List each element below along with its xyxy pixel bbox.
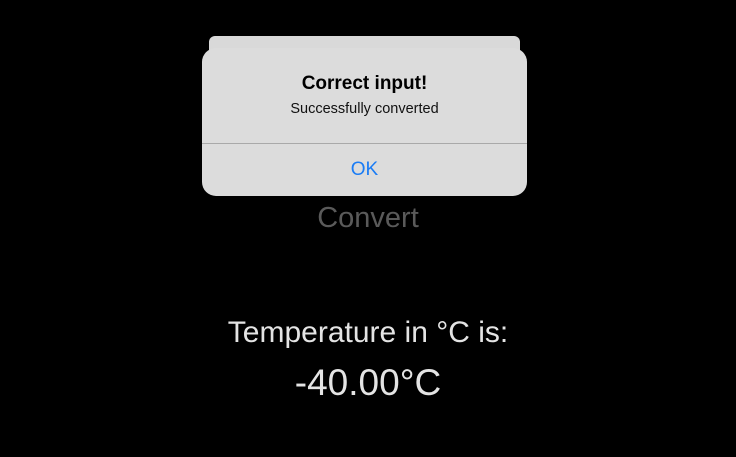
result-label: Temperature in °C is: bbox=[227, 316, 509, 349]
convert-button[interactable]: Convert bbox=[0, 198, 736, 238]
alert-message: Successfully converted bbox=[290, 101, 439, 117]
alert-title: Correct input! bbox=[301, 73, 428, 94]
alert-dialog: Correct input! Successfully converted OK bbox=[202, 48, 527, 196]
ok-button[interactable]: OK bbox=[202, 144, 527, 196]
result-value: -40.00°C bbox=[294, 362, 442, 403]
